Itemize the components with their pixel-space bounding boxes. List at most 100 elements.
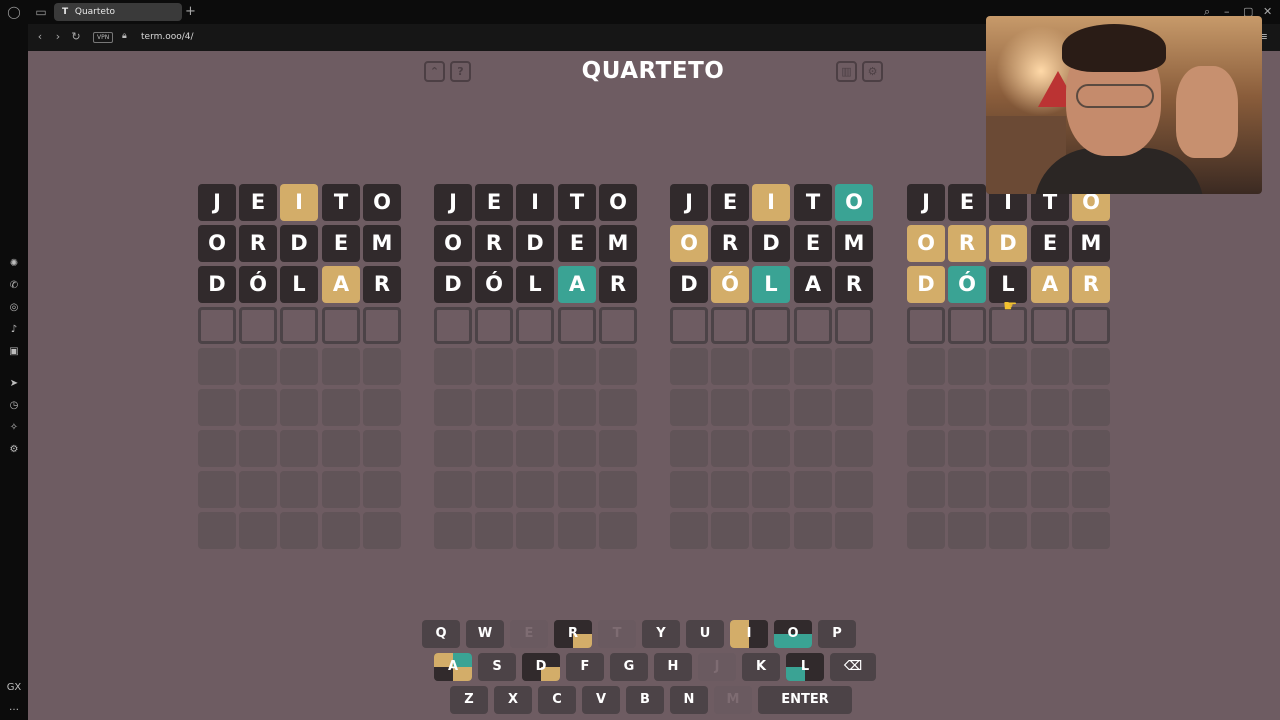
board-row [434,348,638,385]
browser-logo-icon[interactable]: ◯ [6,4,22,20]
input-tile[interactable] [475,307,513,344]
stats-button[interactable]: ▥ [836,61,857,82]
key-i[interactable]: I [730,620,768,648]
input-tile[interactable] [198,307,236,344]
empty-tile [198,512,236,549]
input-tile[interactable] [711,307,749,344]
key-y[interactable]: Y [642,620,680,648]
input-tile[interactable] [835,307,873,344]
letter-tile: D [280,225,318,262]
settings-button[interactable]: ⚙ [862,61,883,82]
app-icon[interactable]: ▣ [6,344,22,360]
history-icon[interactable]: ◷ [6,398,22,414]
key-e[interactable]: E [510,620,548,648]
key-z[interactable]: Z [450,686,488,714]
input-tile[interactable] [670,307,708,344]
person-glasses [1076,84,1154,108]
empty-tile [280,389,318,426]
gx-icon[interactable]: GX [6,680,22,696]
key-u[interactable]: U [686,620,724,648]
board-row [198,430,402,467]
key-o[interactable]: O [774,620,812,648]
empty-tile [670,471,708,508]
key-b[interactable]: B [626,686,664,714]
input-tile[interactable] [1072,307,1110,344]
key-p[interactable]: P [818,620,856,648]
key-quadrant [749,634,768,648]
letter-tile: R [599,266,637,303]
input-tile[interactable] [1031,307,1069,344]
input-tile[interactable] [516,307,554,344]
empty-tile [198,471,236,508]
input-tile[interactable] [907,307,945,344]
empty-tile [363,348,401,385]
key-r[interactable]: R [554,620,592,648]
tab-quarteto[interactable]: T Quarteto [54,3,182,21]
key-s[interactable]: S [478,653,516,681]
tiktok-icon[interactable]: ♪ [6,322,22,338]
settings-icon[interactable]: ⚙ [6,442,22,458]
letter-tile: Ó [948,266,986,303]
empty-tile [752,389,790,426]
input-tile[interactable] [752,307,790,344]
back-icon[interactable]: ‹ [33,30,47,44]
url-field[interactable]: term.ooo/4/ [141,30,194,44]
board-row [907,389,1111,426]
empty-tile [1031,430,1069,467]
input-tile[interactable] [599,307,637,344]
more-icon[interactable]: … [6,700,22,716]
backspace-button[interactable]: ⌫ [830,653,876,681]
empty-tile [794,512,832,549]
vpn-badge[interactable]: VPN [93,32,114,43]
instagram-icon[interactable]: ◎ [6,300,22,316]
input-tile[interactable] [948,307,986,344]
key-l[interactable]: L [786,653,824,681]
reload-icon[interactable]: ↻ [69,30,83,44]
enter-button[interactable]: ENTER [758,686,852,714]
board-row [907,430,1111,467]
empty-tile [835,348,873,385]
key-g[interactable]: G [610,653,648,681]
board-row: JEITO [434,184,638,221]
ai-icon[interactable]: ✺ [6,256,22,272]
key-x[interactable]: X [494,686,532,714]
key-c[interactable]: C [538,686,576,714]
key-w[interactable]: W [466,620,504,648]
key-j[interactable]: J [698,653,736,681]
forward-icon[interactable]: › [51,30,65,44]
input-tile[interactable] [363,307,401,344]
key-q[interactable]: Q [422,620,460,648]
key-d[interactable]: D [522,653,560,681]
input-tile[interactable] [322,307,360,344]
key-a[interactable]: A [434,653,472,681]
input-tile[interactable] [434,307,472,344]
send-icon[interactable]: ➤ [6,376,22,392]
workspaces-icon[interactable]: ▭ [33,4,49,20]
collapse-button[interactable]: ⌃ [424,61,445,82]
key-v[interactable]: V [582,686,620,714]
letter-tile: E [322,225,360,262]
letter-tile: E [558,225,596,262]
key-n[interactable]: N [670,686,708,714]
letter-tile: E [475,184,513,221]
input-tile[interactable] [558,307,596,344]
key-h[interactable]: H [654,653,692,681]
key-f[interactable]: F [566,653,604,681]
extensions-icon[interactable]: ✧ [6,420,22,436]
tab-favicon-icon: T [62,7,69,17]
close-window-icon[interactable]: ✕ [1263,4,1272,20]
board-row [670,430,874,467]
key-m[interactable]: M [714,686,752,714]
empty-tile [948,389,986,426]
input-tile[interactable] [280,307,318,344]
board-row [198,307,402,344]
key-k[interactable]: K [742,653,780,681]
input-tile[interactable] [239,307,277,344]
key-t[interactable]: T [598,620,636,648]
letter-tile: R [711,225,749,262]
help-button[interactable]: ? [450,61,471,82]
empty-tile [835,471,873,508]
input-tile[interactable] [794,307,832,344]
new-tab-button[interactable]: + [185,3,199,21]
whatsapp-icon[interactable]: ✆ [6,278,22,294]
